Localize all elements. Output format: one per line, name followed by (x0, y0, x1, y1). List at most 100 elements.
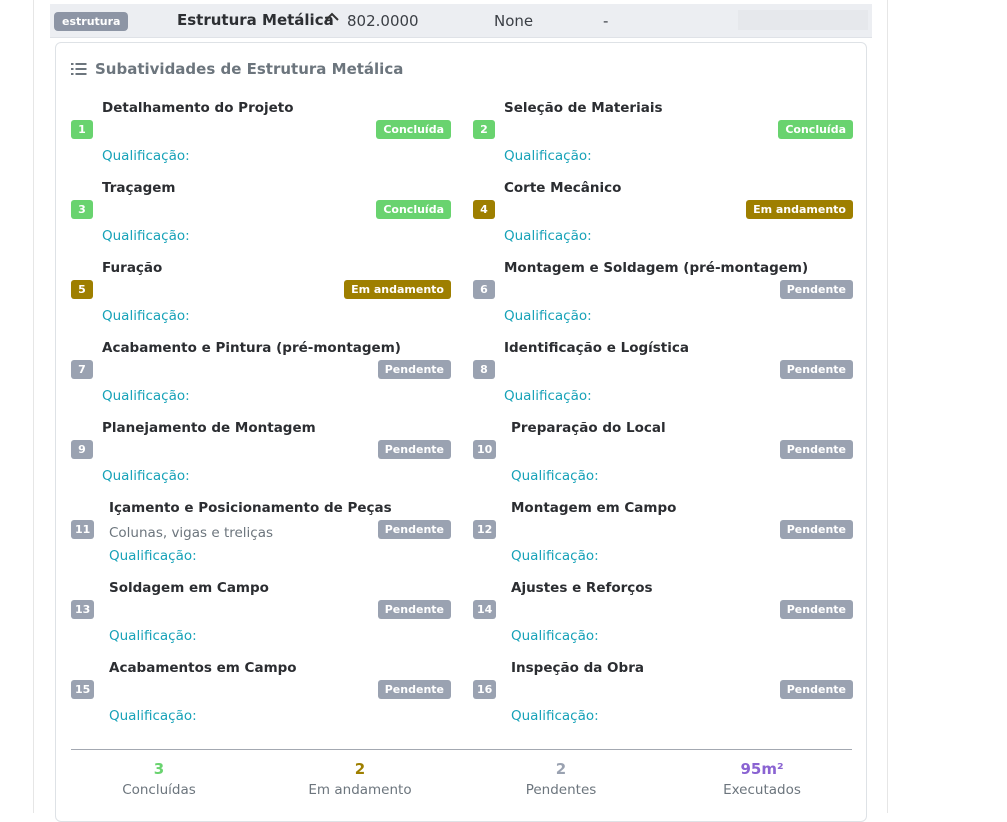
subactivity-item[interactable]: 10 Preparação do Local Pendente Qualificaçã… (473, 420, 853, 490)
card-title: Subatividades de Estrutura Metálica (95, 60, 404, 78)
subactivity-name: Preparação do Local (511, 420, 666, 436)
subactivity-name: Planejamento de Montagem (102, 420, 316, 436)
subactivity-item[interactable]: 1 Detalhamento do Projeto Concluída Qualifi… (71, 100, 451, 170)
subactivity-item[interactable]: 8 Identificação e Logística Pendente Qualif… (473, 340, 853, 410)
subactivity-item[interactable]: 13 Soldagem em Campo Pendente Qualificação: (71, 580, 451, 650)
subactivity-name: Montagem e Soldagem (pré-montagem) (504, 260, 809, 276)
summary-stat-label: Em andamento (308, 782, 412, 798)
summary-stat-value: 3 (153, 760, 165, 778)
qualification-link[interactable]: Qualificação: (504, 308, 592, 324)
status-badge: Concluída (376, 200, 451, 219)
subactivity-name: Identificação e Logística (504, 340, 689, 356)
subactivity-item[interactable]: 12 Montagem em Campo Pendente Qualificação: (473, 500, 853, 570)
subactivity-number-badge: 8 (473, 360, 495, 379)
summary-stat: 2 Em andamento (270, 759, 450, 798)
status-badge: Pendente (377, 440, 451, 459)
subactivity-name: Soldagem em Campo (109, 580, 269, 596)
activity-title: Estrutura Metálica (177, 11, 334, 29)
subactivity-item[interactable]: 11 Içamento e Posicionamento de Peças Colu… (71, 500, 451, 570)
qualification-link[interactable]: Qualificação: (109, 628, 197, 644)
chevron-up-icon[interactable] (324, 10, 340, 24)
qualification-link[interactable]: Qualificação: (109, 708, 197, 724)
qualification-link[interactable]: Qualificação: (102, 308, 190, 324)
subactivity-number-badge: 9 (71, 440, 93, 459)
subactivity-item[interactable]: 6 Montagem e Soldagem (pré-montagem) Pende… (473, 260, 853, 330)
summary-stat: 2 Pendentes (471, 759, 651, 798)
status-badge: Pendente (779, 440, 853, 459)
subactivity-item[interactable]: 9 Planejamento de Montagem Pendente Qualifi… (71, 420, 451, 490)
subactivity-number-badge: 2 (473, 120, 495, 139)
subactivities-card: Subatividades de Estrutura Metálica 1 Det… (55, 42, 867, 822)
status-badge: Pendente (377, 600, 451, 619)
subactivity-number-badge: 5 (71, 280, 93, 299)
status-badge: Pendente (779, 360, 853, 379)
card-header: Subatividades de Estrutura Metálica (71, 60, 403, 78)
activity-row[interactable]: estrutura Estrutura Metálica 802.0000 No… (50, 4, 872, 38)
status-badge: Concluída (778, 120, 853, 139)
subactivity-number-badge: 15 (71, 680, 95, 699)
summary-stat-label: Concluídas (122, 782, 196, 798)
summary-stat-label: Executados (723, 782, 801, 798)
qualification-link[interactable]: Qualificação: (109, 548, 197, 564)
subactivity-item[interactable]: 7 Acabamento e Pintura (pré-montagem) Pend… (71, 340, 451, 410)
summary-stat: 95m² Executados (672, 759, 852, 798)
frame-border-right (887, 0, 888, 813)
subactivity-name: Inspeção da Obra (511, 660, 644, 676)
qualification-link[interactable]: Qualificação: (511, 548, 599, 564)
status-badge: Pendente (779, 520, 853, 539)
subactivity-number-badge: 4 (473, 200, 495, 219)
subactivity-number-badge: 16 (473, 680, 497, 699)
summary-stat-value: 95m² (740, 760, 784, 778)
activity-quantity: 802.0000 (347, 12, 419, 30)
subactivity-name: Içamento e Posicionamento de Peças (109, 500, 392, 516)
qualification-link[interactable]: Qualificação: (504, 228, 592, 244)
summary-stat-label: Pendentes (525, 782, 597, 798)
qualification-link[interactable]: Qualificação: (504, 148, 592, 164)
status-badge: Pendente (779, 680, 853, 699)
summary-stat-value: 2 (555, 760, 567, 778)
qualification-link[interactable]: Qualificação: (102, 148, 190, 164)
subactivity-number-badge: 13 (71, 600, 95, 619)
subactivity-item[interactable]: 2 Seleção de Materiais Concluída Qualificaç… (473, 100, 853, 170)
qualification-link[interactable]: Qualificação: (102, 468, 190, 484)
subactivity-item[interactable]: 5 Furação Em andamento Qualificação: (71, 260, 451, 330)
qualification-link[interactable]: Qualificação: (511, 468, 599, 484)
status-badge: Concluída (376, 120, 451, 139)
summary-stat: 3 Concluídas (69, 759, 249, 798)
subactivity-name: Acabamentos em Campo (109, 660, 297, 676)
subactivity-item[interactable]: 4 Corte Mecânico Em andamento Qualificação: (473, 180, 853, 250)
subactivity-name: Corte Mecânico (504, 180, 622, 196)
subactivity-name: Furação (102, 260, 163, 276)
list-icon (71, 63, 87, 75)
activity-extra: - (603, 12, 609, 30)
status-badge: Em andamento (746, 200, 853, 219)
subactivity-name: Traçagem (102, 180, 176, 196)
subactivity-name: Ajustes e Reforços (511, 580, 653, 596)
qualification-link[interactable]: Qualificação: (504, 388, 592, 404)
subactivity-number-badge: 11 (71, 520, 95, 539)
subactivity-item[interactable]: 15 Acabamentos em Campo Pendente Qualificaç… (71, 660, 451, 730)
qualification-link[interactable]: Qualificação: (511, 708, 599, 724)
subactivity-number-badge: 14 (473, 600, 497, 619)
status-badge: Pendente (377, 520, 451, 539)
subactivity-item[interactable]: 14 Ajustes e Reforços Pendente Qualificação… (473, 580, 853, 650)
subactivity-item[interactable]: 16 Inspeção da Obra Pendente Qualificação: (473, 660, 853, 730)
subactivity-item[interactable]: 3 Traçagem Concluída Qualificação: (71, 180, 451, 250)
status-badge: Pendente (377, 360, 451, 379)
qualification-link[interactable]: Qualificação: (102, 228, 190, 244)
status-badge: Em andamento (344, 280, 451, 299)
subactivity-name: Seleção de Materiais (504, 100, 663, 116)
qualification-link[interactable]: Qualificação: (511, 628, 599, 644)
row-actions-area (738, 10, 868, 30)
status-badge: Pendente (779, 600, 853, 619)
subactivity-name: Acabamento e Pintura (pré-montagem) (102, 340, 401, 356)
subactivity-name: Detalhamento do Projeto (102, 100, 294, 116)
status-badge: Pendente (779, 280, 853, 299)
subactivity-number-badge: 3 (71, 200, 93, 219)
frame-border-left (33, 0, 34, 813)
activity-unit: None (494, 12, 534, 30)
subactivity-number-badge: 1 (71, 120, 93, 139)
subactivity-number-badge: 7 (71, 360, 93, 379)
qualification-link[interactable]: Qualificação: (102, 388, 190, 404)
activity-type-badge: estrutura (54, 12, 129, 31)
